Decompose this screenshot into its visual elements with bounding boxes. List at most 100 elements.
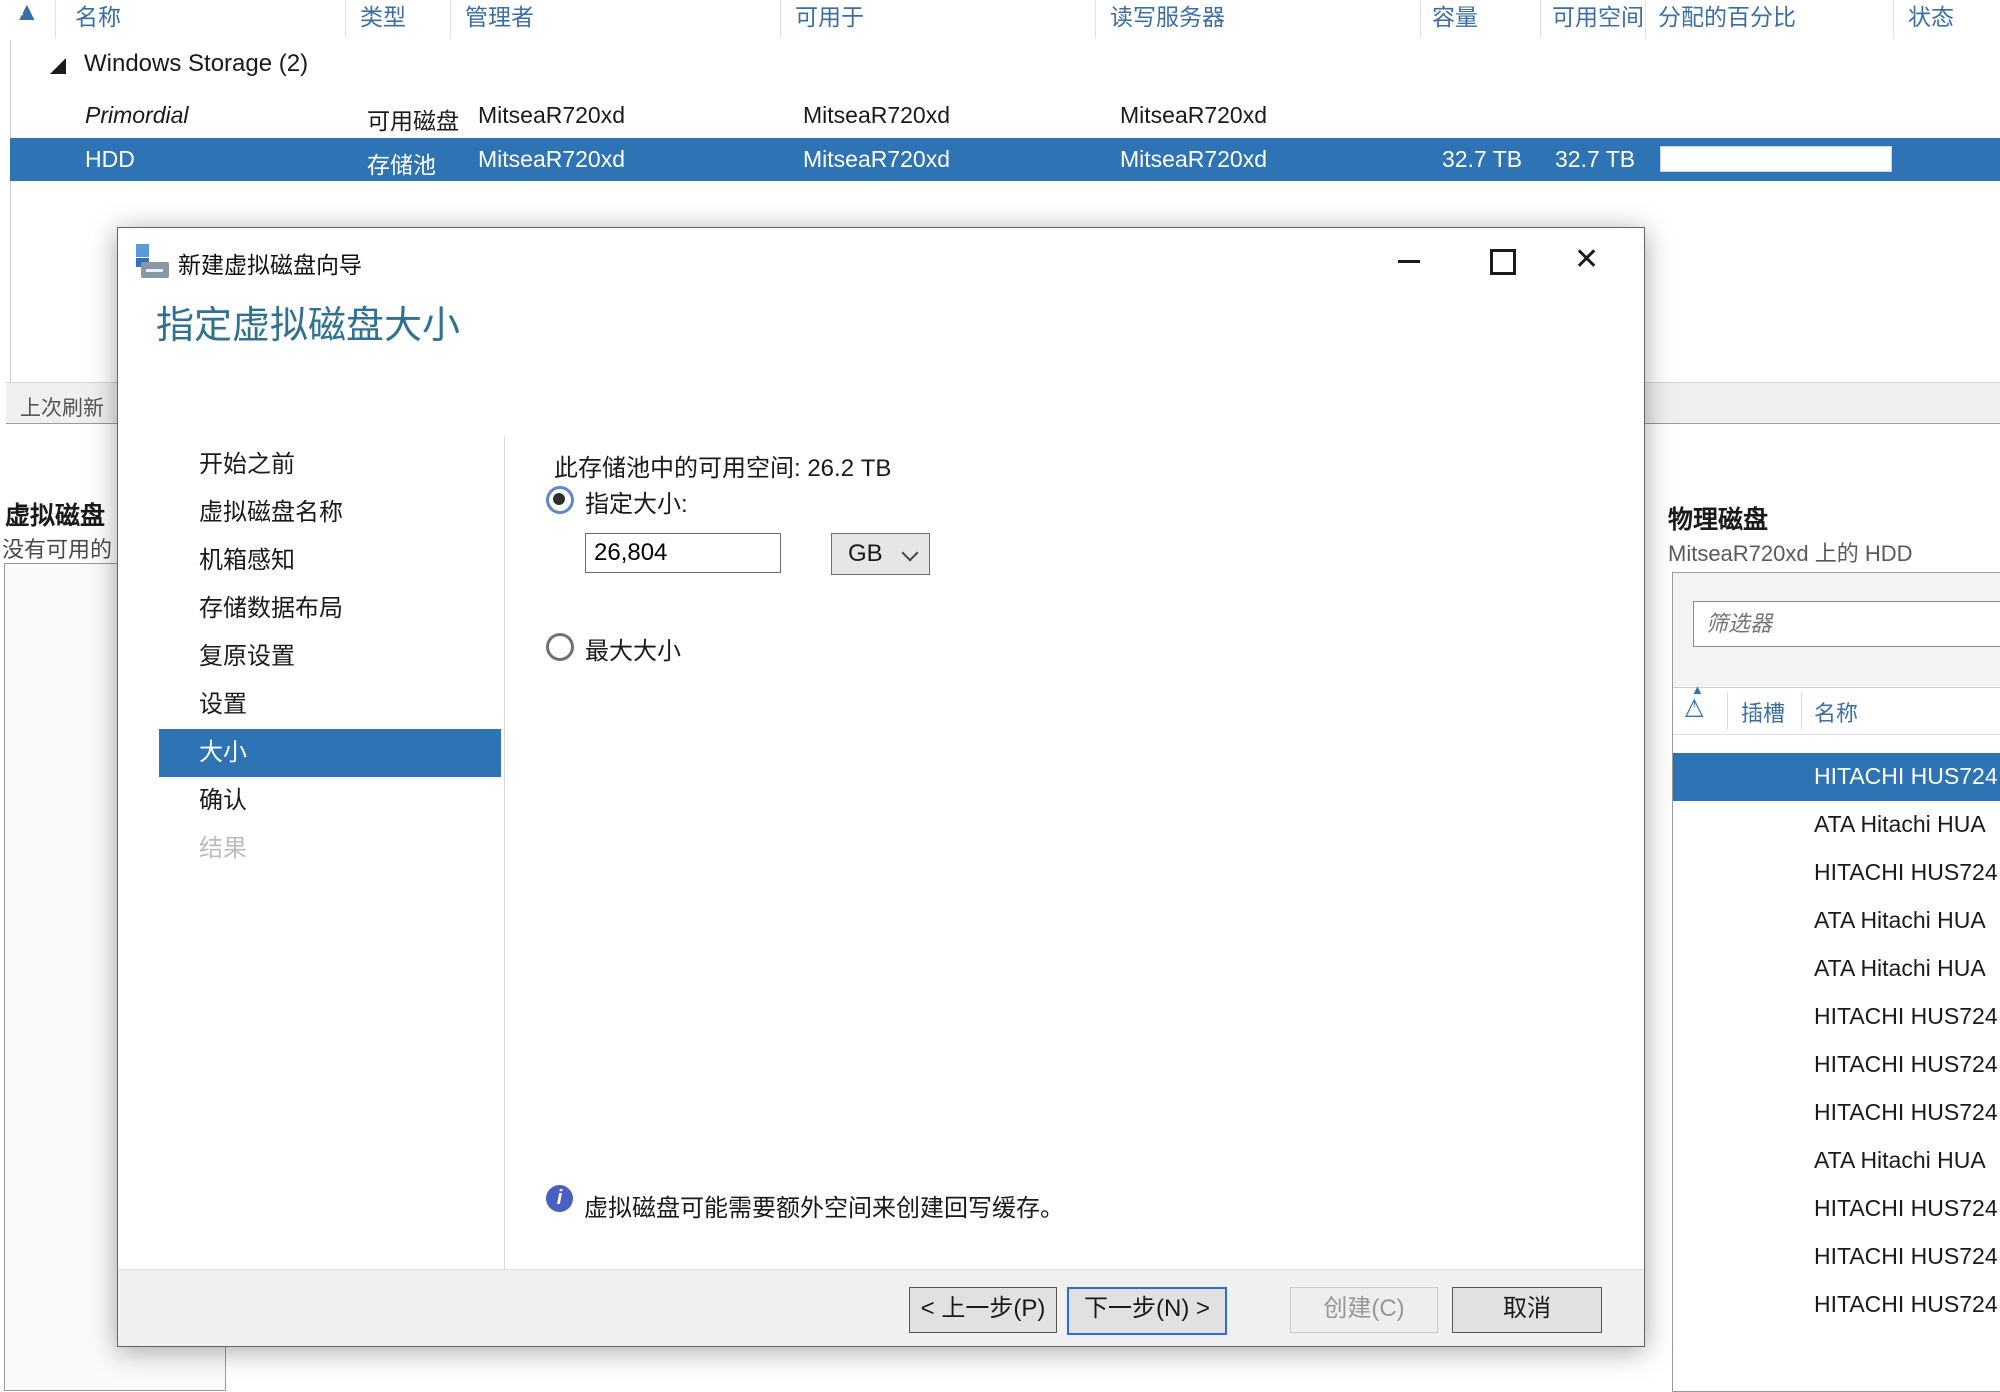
pool-rw-server: MitseaR720xd [1120, 102, 1267, 129]
pool-manager: MitseaR720xd [478, 102, 625, 129]
disk-name: ATA Hitachi HUA [1814, 955, 1986, 982]
column-separator [780, 0, 781, 38]
warning-column-icon[interactable]: ▲! [14, 0, 40, 27]
virtual-disks-empty-text: 没有可用的 [2, 532, 112, 564]
collapse-triangle-icon[interactable] [50, 58, 66, 74]
next-button[interactable]: 下一步(N) > [1067, 1287, 1227, 1335]
maximize-button[interactable] [1478, 240, 1524, 280]
column-name[interactable]: 名称 [1814, 696, 1858, 728]
unit-dropdown[interactable]: GB [831, 533, 930, 575]
wizard-step-设置[interactable]: 设置 [159, 681, 501, 729]
disk-name: HITACHI HUS724 [1814, 1195, 1998, 1222]
specify-size-radio[interactable] [546, 486, 574, 514]
pool-type: 可用磁盘 [367, 102, 459, 136]
physical-disks-panel: ▲ △! 插槽 名称 HITACHI HUS724ATA Hitachi HUA… [1672, 572, 2000, 1392]
max-size-radio[interactable] [546, 633, 574, 661]
column-separator [1095, 0, 1096, 38]
pool-column-9[interactable]: 状态 [1908, 0, 1954, 32]
column-slot[interactable]: 插槽 [1741, 696, 1785, 728]
disk-name: ATA Hitachi HUA [1814, 907, 1986, 934]
physical-disk-row[interactable]: HITACHI HUS724 [1673, 1233, 2000, 1281]
pool-tile-border [10, 40, 11, 382]
physical-disk-row[interactable]: HITACHI HUS724 [1673, 993, 2000, 1041]
filter-strip [1673, 573, 2000, 688]
create-button: 创建(C) [1290, 1287, 1438, 1333]
wizard-divider [504, 436, 505, 1276]
wizard-step-确认[interactable]: 确认 [159, 777, 501, 825]
column-separator [1420, 0, 1421, 38]
physical-disk-row[interactable]: HITACHI HUS724 [1673, 1281, 2000, 1329]
pool-column-4[interactable]: 可用于 [795, 0, 864, 32]
disk-name: ATA Hitachi HUA [1814, 1147, 1986, 1174]
wizard-step-复原设置[interactable]: 复原设置 [159, 633, 501, 681]
previous-button[interactable]: < 上一步(P) [909, 1287, 1057, 1333]
pool-column-2[interactable]: 类型 [360, 0, 406, 32]
physical-disk-row[interactable]: ATA Hitachi HUA [1673, 1137, 2000, 1185]
pool-rw-server: MitseaR720xd [1120, 146, 1267, 173]
physical-disk-row[interactable]: HITACHI HUS724 [1673, 1041, 2000, 1089]
virtual-disks-title: 虚拟磁盘 [5, 496, 105, 532]
pool-column-8[interactable]: 分配的百分比 [1658, 0, 1796, 32]
pool-column-3[interactable]: 管理者 [465, 0, 534, 32]
pool-group-row[interactable]: Windows Storage (2) [10, 48, 2000, 88]
allocated-percent-bar [1660, 146, 1892, 172]
last-refresh-label: 上次刷新 [20, 392, 104, 422]
pool-group-label: Windows Storage (2) [84, 50, 308, 78]
free-space-label: 此存储池中的可用空间: 26.2 TB [554, 448, 891, 483]
size-input[interactable] [585, 533, 781, 573]
pool-manager: MitseaR720xd [478, 146, 625, 173]
pool-capacity: 32.7 TB [1442, 146, 1522, 173]
physical-disks-subtitle: MitseaR720xd 上的 HDD [1668, 536, 1913, 568]
close-button[interactable]: ✕ [1566, 240, 1612, 280]
pool-column-5[interactable]: 读写服务器 [1110, 0, 1225, 32]
pool-row-hdd[interactable]: HDD 存储池 MitseaR720xd MitseaR720xd Mitsea… [10, 138, 2000, 181]
warning-column-icon[interactable]: △! [1685, 692, 1703, 721]
specify-size-label[interactable]: 指定大小: [585, 484, 688, 519]
unit-value: GB [848, 540, 883, 568]
filter-input[interactable] [1693, 601, 2000, 647]
physical-disk-row[interactable]: HITACHI HUS724 [1673, 849, 2000, 897]
wizard-steps-nav: 开始之前虚拟磁盘名称机箱感知存储数据布局复原设置设置大小确认结果 [159, 441, 501, 873]
minimize-button[interactable] [1386, 240, 1432, 280]
physical-disk-row[interactable]: HITACHI HUS724 [1673, 1089, 2000, 1137]
column-separator [345, 0, 346, 38]
write-back-cache-note: 虚拟磁盘可能需要额外空间来创建回写缓存。 [584, 1188, 1064, 1223]
wizard-step-机箱感知[interactable]: 机箱感知 [159, 537, 501, 585]
disk-name: HITACHI HUS724 [1814, 1291, 1998, 1318]
disk-name: HITACHI HUS724 [1814, 1003, 1998, 1030]
column-separator [55, 0, 56, 38]
physical-disks-title: 物理磁盘 [1668, 500, 1768, 536]
wizard-step-存储数据布局[interactable]: 存储数据布局 [159, 585, 501, 633]
chevron-down-icon [902, 545, 919, 562]
pool-free-space: 32.7 TB [1555, 146, 1635, 173]
column-separator [1645, 0, 1646, 38]
new-virtual-disk-wizard-dialog: 新建虚拟磁盘向导 ✕ 指定虚拟磁盘大小 开始之前虚拟磁盘名称机箱感知存储数据布局… [117, 227, 1645, 1347]
disk-name: ATA Hitachi HUA [1814, 811, 1986, 838]
disk-name: HITACHI HUS724 [1814, 1099, 1998, 1126]
physical-disk-row[interactable]: ATA Hitachi HUA [1673, 945, 2000, 993]
wizard-page-heading: 指定虚拟磁盘大小 [156, 294, 460, 349]
disk-name: HITACHI HUS724 [1814, 763, 1998, 790]
pool-row-primordial[interactable]: Primordial 可用磁盘 MitseaR720xd MitseaR720x… [10, 94, 2000, 137]
info-icon: i [546, 1185, 573, 1212]
column-separator [1893, 0, 1894, 38]
physical-disk-row[interactable]: HITACHI HUS724 [1673, 753, 2000, 801]
physical-disk-row[interactable]: ATA Hitachi HUA [1673, 897, 2000, 945]
physical-disk-row[interactable]: HITACHI HUS724 [1673, 1185, 2000, 1233]
wizard-step-开始之前[interactable]: 开始之前 [159, 441, 501, 489]
pool-type: 存储池 [367, 146, 436, 180]
wizard-step-结果: 结果 [159, 825, 501, 873]
wizard-step-虚拟磁盘名称[interactable]: 虚拟磁盘名称 [159, 489, 501, 537]
pool-column-1[interactable]: 名称 [75, 0, 121, 32]
cancel-button[interactable]: 取消 [1452, 1287, 1602, 1333]
physical-disk-row[interactable]: ATA Hitachi HUA [1673, 801, 2000, 849]
pool-column-7[interactable]: 可用空间 [1552, 0, 1644, 32]
column-separator [1540, 0, 1541, 38]
pool-column-6[interactable]: 容量 [1432, 0, 1478, 32]
wizard-step-大小[interactable]: 大小 [159, 729, 501, 777]
disk-name: HITACHI HUS724 [1814, 1243, 1998, 1270]
pool-name: HDD [85, 146, 135, 173]
disk-name: HITACHI HUS724 [1814, 859, 1998, 886]
wizard-footer: < 上一步(P) 下一步(N) > 创建(C) 取消 [118, 1269, 1644, 1346]
max-size-label[interactable]: 最大大小 [585, 631, 681, 666]
